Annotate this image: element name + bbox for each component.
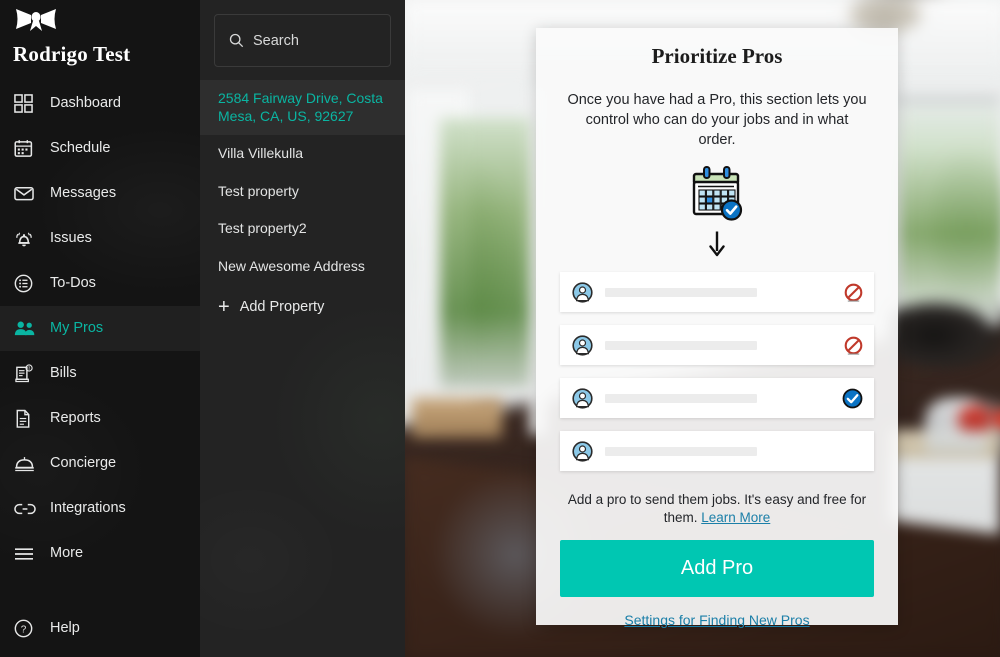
modal-description: Once you have had a Pro, this section le…: [567, 92, 867, 148]
question-circle-icon: ?: [14, 618, 40, 640]
sidebar-nav: Dashboard Schedule Messages Issues To-Do…: [0, 81, 200, 576]
user-avatar-icon: [572, 387, 593, 409]
blocked-icon[interactable]: [844, 283, 863, 302]
bell-icon: [14, 228, 40, 250]
sidebar-item-label: Reports: [50, 410, 101, 427]
bell-desk-icon: [14, 453, 40, 475]
property-item[interactable]: Test property2: [200, 210, 405, 248]
pro-name-placeholder: [605, 340, 757, 350]
prioritize-pros-modal: Prioritize Pros Once you have had a Pro,…: [536, 28, 898, 628]
blocked-icon[interactable]: [844, 336, 863, 355]
sidebar-item-label: Schedule: [50, 140, 111, 157]
property-item[interactable]: Villa Villekulla: [200, 135, 405, 173]
sidebar-item-label: Dashboard: [50, 95, 121, 112]
sidebar-item-label: Issues: [50, 230, 92, 247]
sidebar-item-label: Bills: [50, 365, 77, 382]
learn-more-link[interactable]: Learn More: [701, 510, 770, 525]
add-property-label: Add Property: [239, 299, 325, 315]
bow-logo-icon: [16, 9, 56, 31]
property-item[interactable]: New Awesome Address: [200, 248, 405, 286]
hamburger-icon: [14, 543, 40, 565]
document-icon: [14, 408, 40, 430]
link-icon: [14, 498, 40, 520]
sidebar-item-label: To-Dos: [50, 275, 96, 292]
sidebar-item-label: More: [50, 545, 84, 562]
pro-row[interactable]: [560, 325, 874, 365]
brand-name: Rodrigo Test: [13, 42, 131, 66]
property-item[interactable]: 2584 Fairway Drive, Costa Mesa, CA, US, …: [200, 80, 405, 135]
search-icon: [229, 33, 244, 48]
add-property-button[interactable]: + Add Property: [200, 285, 405, 327]
sidebar-item-to-dos[interactable]: To-Dos: [0, 261, 200, 306]
brand-logo[interactable]: [0, 0, 200, 36]
svg-text:3: 3: [28, 365, 31, 370]
sidebar-item-help[interactable]: ? Help: [0, 606, 200, 651]
plus-icon: +: [218, 296, 230, 318]
settings-link-wrapper: Settings for Finding New Pros: [560, 612, 874, 628]
pro-name-placeholder: [605, 446, 757, 456]
receipt-icon: 3: [14, 363, 40, 385]
sidebar-item-schedule[interactable]: Schedule: [0, 126, 200, 171]
sidebar-item-label: Concierge: [50, 455, 117, 472]
search-input[interactable]: Search: [214, 14, 391, 67]
calendar-check-icon: [692, 166, 743, 221]
sidebar-item-label: Messages: [50, 185, 117, 202]
sidebar-item-bills[interactable]: 3 Bills: [0, 351, 200, 396]
list-circle-icon: [14, 273, 40, 295]
approved-icon[interactable]: [842, 388, 863, 409]
envelope-icon: [14, 183, 40, 205]
user-avatar-icon: [572, 281, 593, 303]
settings-for-finding-new-pros-link[interactable]: Settings for Finding New Pros: [624, 612, 809, 628]
modal-footer-note: Add a pro to send them jobs. It's easy a…: [560, 491, 874, 527]
app-root: Rodrigo Test Dashboard Schedule Messages: [0, 0, 1000, 657]
property-item[interactable]: Test property: [200, 173, 405, 211]
property-list: 2584 Fairway Drive, Costa Mesa, CA, US, …: [200, 80, 405, 327]
properties-panel: Search 2584 Fairway Drive, Costa Mesa, C…: [200, 0, 405, 657]
arrow-down-icon: [709, 231, 725, 257]
people-icon: [14, 318, 40, 340]
user-avatar-icon: [572, 440, 593, 462]
sidebar-item-label: My Pros: [50, 320, 104, 337]
sidebar-item-messages[interactable]: Messages: [0, 171, 200, 216]
search-placeholder: Search: [253, 32, 299, 49]
calendar-icon: [14, 138, 40, 160]
svg-text:?: ?: [21, 624, 27, 635]
sidebar-item-my-pros[interactable]: My Pros: [0, 306, 200, 351]
sidebar: Rodrigo Test Dashboard Schedule Messages: [0, 0, 200, 657]
modal-title: Prioritize Pros: [651, 44, 783, 68]
pro-rows-list: [560, 272, 874, 471]
sidebar-item-concierge[interactable]: Concierge: [0, 441, 200, 486]
sidebar-item-dashboard[interactable]: Dashboard: [0, 81, 200, 126]
pro-name-placeholder: [605, 287, 757, 297]
sidebar-item-label: Help: [50, 620, 80, 637]
pro-row[interactable]: [560, 272, 874, 312]
sidebar-item-issues[interactable]: Issues: [0, 216, 200, 261]
sidebar-item-integrations[interactable]: Integrations: [0, 486, 200, 531]
user-avatar-icon: [572, 334, 593, 356]
sidebar-item-label: Integrations: [50, 500, 126, 517]
sidebar-item-more[interactable]: More: [0, 531, 200, 576]
pro-row[interactable]: [560, 378, 874, 418]
pro-name-placeholder: [605, 393, 757, 403]
add-pro-button[interactable]: Add Pro: [560, 540, 874, 598]
grid-icon: [14, 93, 40, 115]
pro-row[interactable]: [560, 431, 874, 471]
sidebar-item-reports[interactable]: Reports: [0, 396, 200, 441]
